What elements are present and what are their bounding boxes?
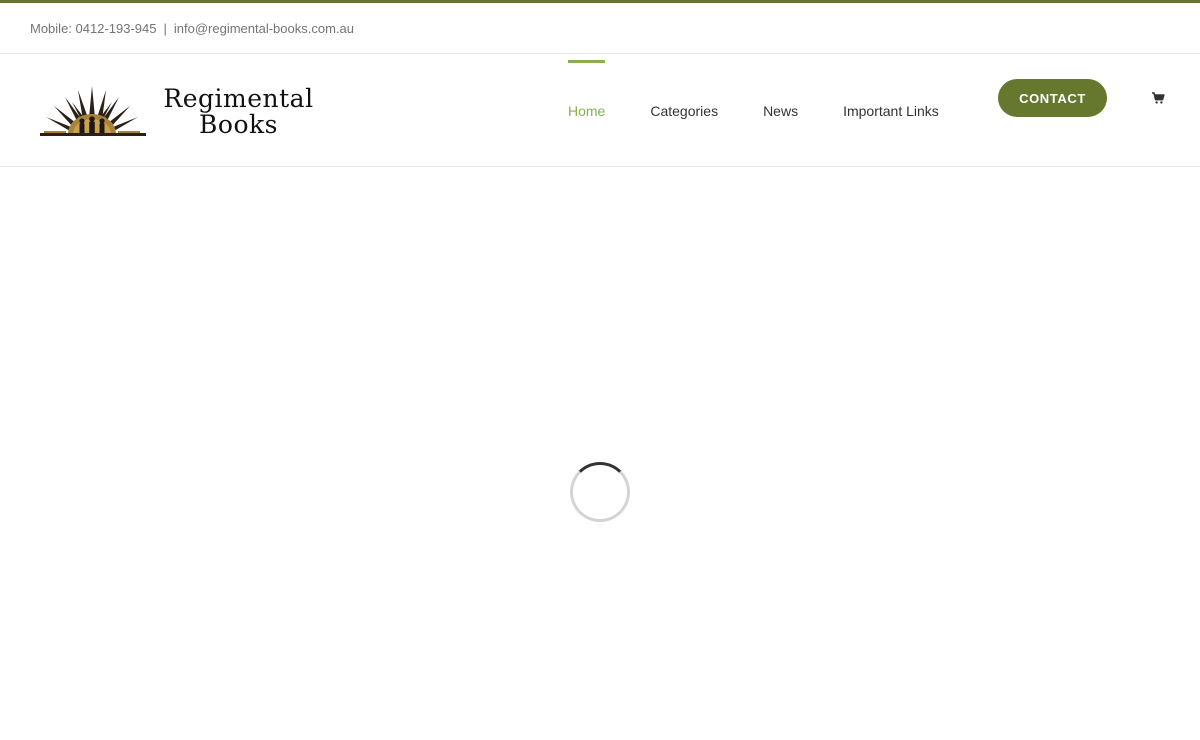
loading-spinner-icon xyxy=(570,462,630,522)
site-header: Regimental Books Home Categories News Im… xyxy=(0,54,1200,167)
email-link[interactable]: info@regimental-books.com.au xyxy=(174,21,354,36)
site-logo[interactable]: Regimental Books xyxy=(38,84,318,140)
nav-categories[interactable]: Categories xyxy=(650,103,718,119)
logo-wordmark: Regimental Books xyxy=(156,86,321,138)
shopping-cart-icon[interactable] xyxy=(1151,91,1165,105)
rising-sun-badge-icon xyxy=(40,86,146,136)
cart-glyph-icon xyxy=(1152,92,1165,104)
logo-line-2: Books xyxy=(199,110,278,139)
nav-home[interactable]: Home xyxy=(568,59,606,119)
nav-important-links[interactable]: Important Links xyxy=(843,103,939,119)
mobile-number: Mobile: 0412-193-945 xyxy=(30,20,157,36)
main-navigation: Home Categories News Important Links xyxy=(568,54,984,167)
logo-line-1: Regimental xyxy=(163,84,314,113)
separator: | xyxy=(163,20,167,36)
top-info-bar: Mobile: 0412-193-945 | info@regimental-b… xyxy=(0,3,1200,54)
nav-news[interactable]: News xyxy=(763,103,798,119)
contact-button[interactable]: CONTACT xyxy=(998,79,1107,117)
